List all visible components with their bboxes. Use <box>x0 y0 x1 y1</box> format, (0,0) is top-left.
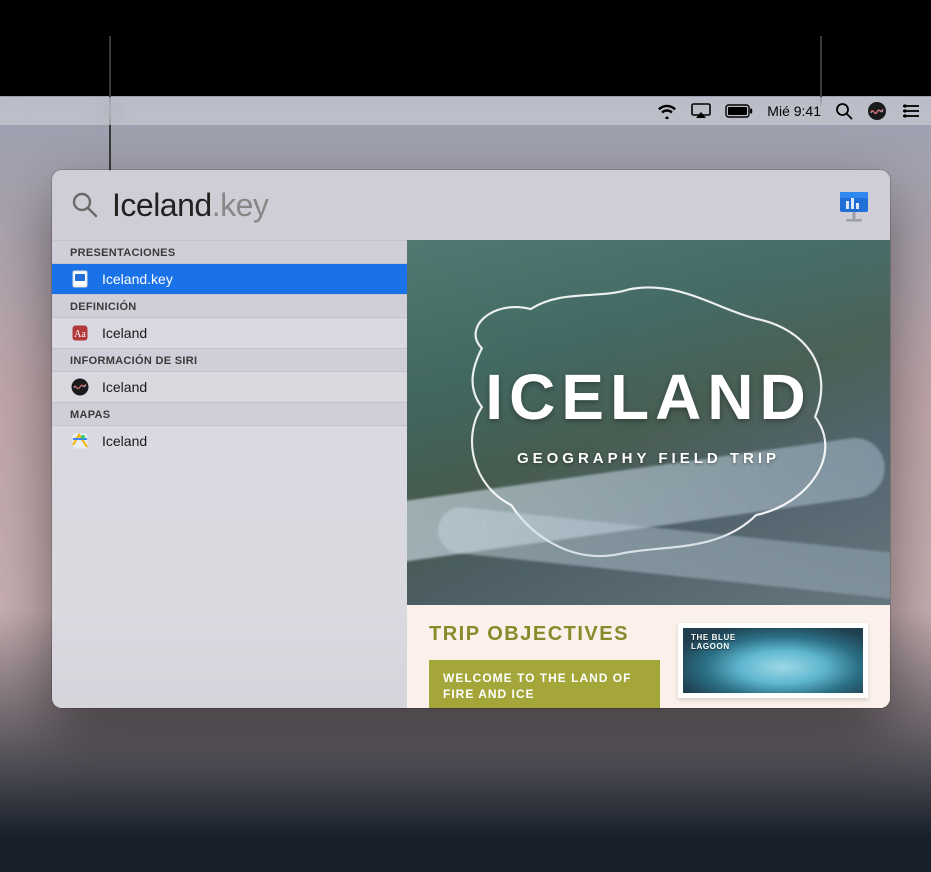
search-query-base: Iceland <box>112 187 212 223</box>
spotlight-search-row: Iceland.key <box>52 170 890 240</box>
siri-knowledge-icon <box>70 377 90 397</box>
welcome-banner: WELCOME TO THE LAND OF FIRE AND ICE <box>429 660 660 708</box>
keynote-doc-icon <box>70 269 90 289</box>
result-item-presentation[interactable]: Iceland.key <box>52 264 407 294</box>
welcome-banner-line2: FIRE AND ICE <box>443 687 535 701</box>
results-category-header: PRESENTACIONES <box>52 240 407 264</box>
spotlight-menu-icon[interactable] <box>835 97 853 125</box>
results-category-header: DEFINICIÓN <box>52 294 407 318</box>
siri-icon[interactable] <box>867 97 887 125</box>
callout-line-right <box>820 36 822 106</box>
result-item-definition[interactable]: Aa Iceland <box>52 318 407 348</box>
preview-subtitle: GEOGRAPHY FIELD TRIP <box>407 450 890 467</box>
result-item-label: Iceland <box>102 325 147 341</box>
welcome-banner-line1: WELCOME TO THE LAND OF <box>443 671 631 685</box>
airplay-icon[interactable] <box>691 97 711 125</box>
maps-icon <box>70 431 90 451</box>
dictionary-icon: Aa <box>70 323 90 343</box>
preview-slide-1: ICELAND GEOGRAPHY FIELD TRIP <box>407 240 890 605</box>
result-item-maps[interactable]: Iceland <box>52 426 407 456</box>
search-icon <box>70 190 100 220</box>
notification-center-icon[interactable] <box>901 97 921 125</box>
result-item-label: Iceland <box>102 433 147 449</box>
spotlight-search-input[interactable]: Iceland.key <box>112 187 824 224</box>
results-category-header: INFORMACIÓN DE SIRI <box>52 348 407 372</box>
spotlight-preview-pane: ICELAND GEOGRAPHY FIELD TRIP TRIP OBJECT… <box>407 240 890 708</box>
result-item-siri-knowledge[interactable]: Iceland <box>52 372 407 402</box>
blue-lagoon-thumbnail: THE BLUE LAGOON <box>678 623 868 698</box>
preview-slide-2: TRIP OBJECTIVES WELCOME TO THE LAND OF F… <box>407 605 890 708</box>
result-item-label: Iceland <box>102 379 147 395</box>
search-query-suggestion: .key <box>212 187 269 223</box>
keynote-app-icon <box>836 187 872 223</box>
result-item-label: Iceland.key <box>102 271 173 287</box>
spotlight-results-list: PRESENTACIONES Iceland.key DEFINICIÓN Aa… <box>52 240 407 708</box>
menu-bar: Mié 9:41 <box>0 97 931 125</box>
battery-icon[interactable] <box>725 97 753 125</box>
spotlight-window: Iceland.key PRESENTACIONES Iceland.key <box>52 170 890 708</box>
results-category-header: MAPAS <box>52 402 407 426</box>
menu-clock[interactable]: Mié 9:41 <box>767 97 821 125</box>
thumbnail-label: THE BLUE LAGOON <box>691 634 736 652</box>
wifi-icon[interactable] <box>657 97 677 125</box>
trip-objectives-heading: TRIP OBJECTIVES <box>429 623 660 646</box>
preview-title: ICELAND <box>407 360 890 434</box>
svg-text:Aa: Aa <box>74 329 86 340</box>
